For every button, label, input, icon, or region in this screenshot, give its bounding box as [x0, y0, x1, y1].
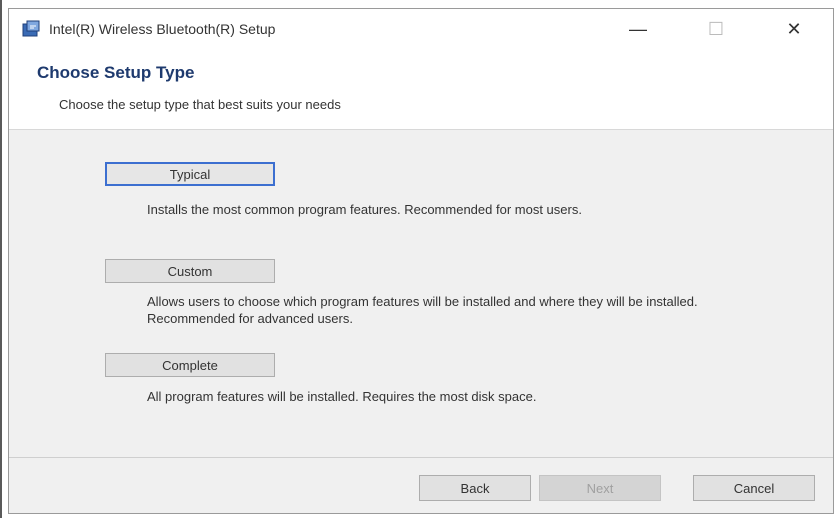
- cancel-button[interactable]: Cancel: [693, 475, 815, 501]
- title-bar: Intel(R) Wireless Bluetooth(R) Setup — ☐…: [9, 9, 833, 49]
- installer-icon: [21, 19, 43, 39]
- background-edge: [0, 0, 2, 518]
- footer-divider: [9, 457, 833, 458]
- minimize-button[interactable]: —: [599, 9, 677, 49]
- complete-button[interactable]: Complete: [105, 353, 275, 377]
- custom-description: Allows users to choose which program fea…: [147, 294, 698, 326]
- typical-button[interactable]: Typical: [105, 162, 275, 186]
- maximize-button[interactable]: ☐: [677, 9, 755, 49]
- window-controls: — ☐ ✕: [599, 9, 833, 49]
- next-button[interactable]: Next: [539, 475, 661, 501]
- typical-description: Installs the most common program feature…: [147, 202, 582, 217]
- close-button[interactable]: ✕: [755, 9, 833, 49]
- custom-button[interactable]: Custom: [105, 259, 275, 283]
- page-subtitle: Choose the setup type that best suits yo…: [59, 97, 341, 112]
- setup-window: Intel(R) Wireless Bluetooth(R) Setup — ☐…: [8, 8, 834, 514]
- page-header: Choose Setup Type Choose the setup type …: [9, 49, 833, 130]
- window-title: Intel(R) Wireless Bluetooth(R) Setup: [49, 21, 276, 37]
- page-title: Choose Setup Type: [37, 63, 195, 82]
- complete-description: All program features will be installed. …: [147, 389, 537, 404]
- back-button[interactable]: Back: [419, 475, 531, 501]
